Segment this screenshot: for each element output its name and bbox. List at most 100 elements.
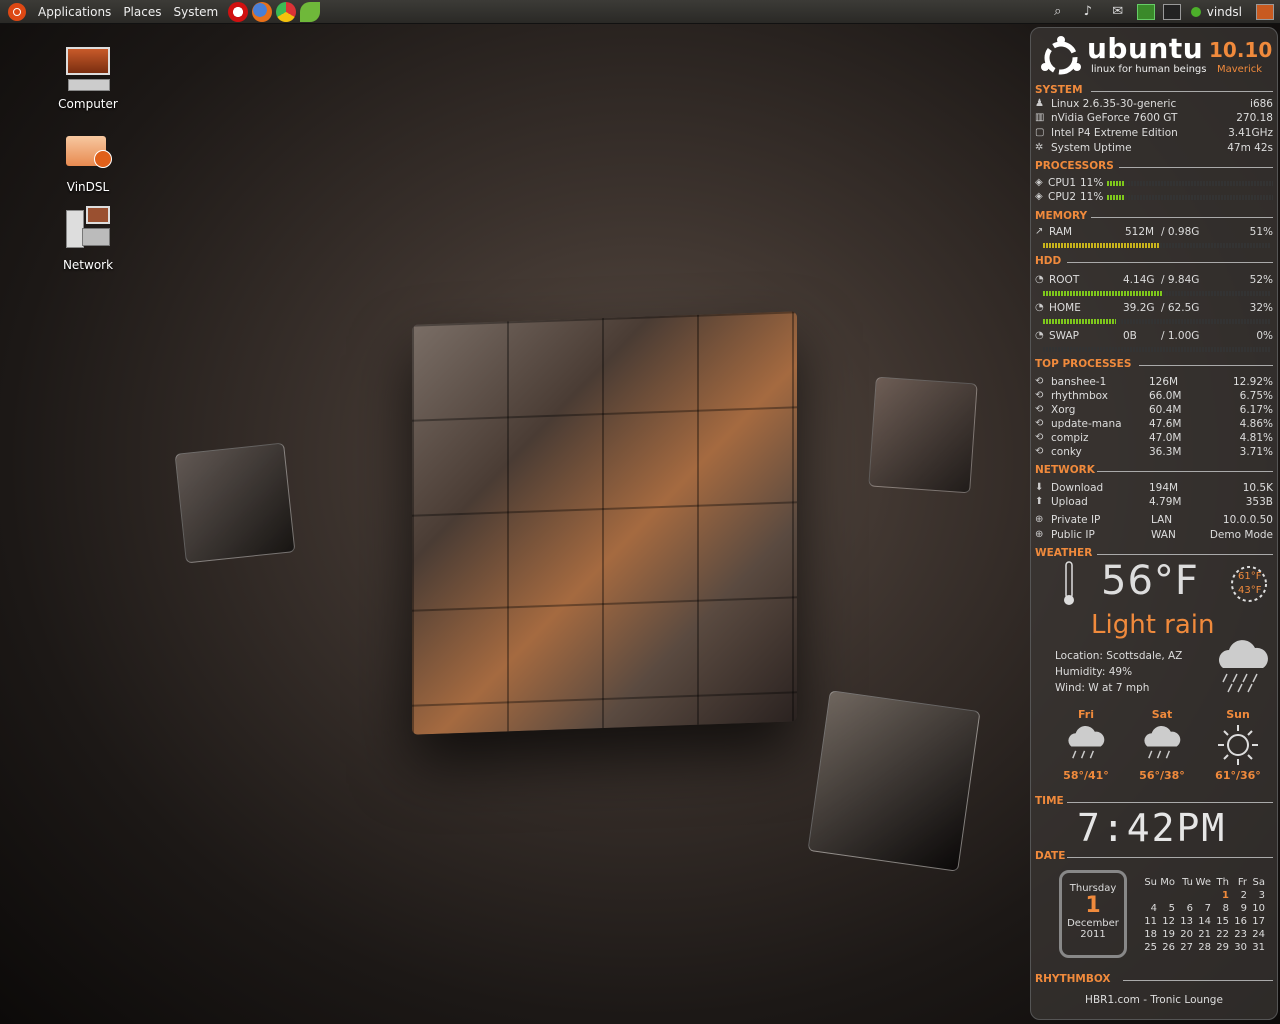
disk-used: 0B [1123, 330, 1137, 342]
system-value: i686 [1250, 98, 1273, 110]
bar-fill [1043, 243, 1160, 248]
process-name: banshee-1 [1051, 376, 1107, 388]
system-value: 47m 42s [1227, 142, 1273, 154]
cpu-chip-icon: ▢ [1035, 127, 1045, 138]
process-memory: 126M [1149, 376, 1179, 388]
processors-heading: PROCESSORS [1035, 160, 1114, 172]
ram-label: RAM [1049, 226, 1073, 238]
leaf-launcher-icon[interactable] [300, 1, 321, 22]
network-label: Download [1051, 482, 1104, 494]
applications-menu[interactable]: Applications [32, 5, 117, 19]
calendar-day: 4 [1150, 903, 1157, 914]
process-icon: ⟲ [1035, 446, 1044, 457]
sun-icon [1218, 725, 1258, 765]
system-tray: ⌕ ♪ ✉ vindsl [1043, 0, 1280, 24]
date-year: 2011 [1080, 929, 1106, 940]
disk-percent: 52% [1249, 274, 1273, 286]
calendar-weekday-header: Mo [1160, 877, 1175, 888]
system-row: ▥ nVidia GeForce 7600 GT 270.18 [1035, 111, 1273, 125]
process-cpu: 6.75% [1239, 390, 1273, 402]
disk-row: ◔ SWAP 0B / 1.00G 0% [1035, 329, 1273, 343]
places-menu[interactable]: Places [117, 5, 167, 19]
calendar-weekday-header: Th [1216, 877, 1229, 888]
sun-outline-icon [1231, 566, 1267, 602]
calendar-day: 28 [1198, 942, 1211, 953]
process-icon: ⟲ [1035, 432, 1044, 443]
bar-fill [1107, 195, 1126, 200]
date-month: December [1067, 918, 1119, 929]
network-row: ⬆ Upload 4.79M 353B [1035, 495, 1273, 509]
network-total: 194M [1149, 482, 1179, 494]
process-cpu: 3.71% [1239, 446, 1273, 458]
process-name: Xorg [1051, 404, 1076, 416]
desktop-icon-home[interactable]: VinDSL [38, 128, 138, 194]
ubuntu-logo-icon[interactable] [8, 2, 26, 21]
disk-icon: ◔ [1035, 302, 1044, 313]
process-name: update-mana [1051, 418, 1122, 430]
process-cpu: 6.17% [1239, 404, 1273, 416]
ram-total: / 0.98G [1161, 226, 1200, 238]
ram-used: 512M [1125, 226, 1155, 238]
calendar-day: 20 [1180, 929, 1193, 940]
download-icon: ⬇ [1035, 482, 1044, 493]
divider [1119, 167, 1273, 168]
network-label: Public IP [1051, 529, 1095, 541]
ram-bar [1043, 243, 1271, 248]
process-row: ⟲ rhythmbox 66.0M 6.75% [1035, 389, 1273, 403]
current-temperature: 56°F [1101, 558, 1199, 604]
private-ip-icon: ⊕ [1035, 514, 1044, 525]
system-label: Intel P4 Extreme Edition [1051, 127, 1178, 139]
network-rate: 353B [1245, 496, 1273, 508]
disk-label: ROOT [1049, 274, 1080, 286]
disk-used: 39.2G [1123, 302, 1155, 314]
system-label: System Uptime [1051, 142, 1132, 154]
ubuntu-circle-icon [1041, 36, 1081, 75]
disk-total: / 1.00G [1161, 330, 1200, 342]
calendar-day: 24 [1252, 929, 1265, 940]
process-row: ⟲ compiz 47.0M 4.81% [1035, 431, 1273, 445]
ubuntu-brand-logo: ubuntu 10.10 linux for human beings Mave… [1039, 32, 1275, 82]
opera-launcher-icon[interactable] [228, 1, 249, 22]
process-name: compiz [1051, 432, 1089, 444]
user-status[interactable]: vindsl [1190, 5, 1242, 19]
system-row: ♟ Linux 2.6.35-30-generic i686 [1035, 97, 1273, 111]
volume-icon[interactable]: ♪ [1079, 4, 1097, 20]
system-row: ✲ System Uptime 47m 42s [1035, 141, 1273, 155]
desktop-icon-label: Computer [58, 97, 118, 111]
search-icon[interactable]: ⌕ [1049, 4, 1067, 20]
terminal-icon[interactable] [1162, 4, 1181, 20]
calendar-day: 30 [1234, 942, 1247, 953]
cpu2-bar [1107, 195, 1273, 200]
process-row: ⟲ conky 36.3M 3.71% [1035, 445, 1273, 459]
conky-panel: ubuntu 10.10 linux for human beings Mave… [1030, 27, 1278, 1020]
divider [1091, 91, 1273, 92]
disk-used: 4.14G [1123, 274, 1155, 286]
shutdown-icon[interactable] [1256, 4, 1274, 20]
low-temperature: 43°F [1238, 585, 1262, 596]
rain-cloud-icon [1068, 725, 1105, 759]
time-heading: TIME [1035, 795, 1064, 807]
system-menu[interactable]: System [167, 5, 224, 19]
mail-icon[interactable]: ✉ [1109, 4, 1127, 20]
upload-icon: ⬆ [1035, 496, 1044, 507]
calendar-day: 26 [1162, 942, 1175, 953]
desktop-icon-label: VinDSL [66, 180, 110, 194]
desktop-icon-computer[interactable]: Computer [38, 45, 138, 111]
clock-time: 7:42PM [1077, 806, 1227, 850]
calendar-day: 2 [1240, 890, 1247, 901]
system-row: ▢ Intel P4 Extreme Edition 3.41GHz [1035, 126, 1273, 140]
root-bar [1043, 291, 1271, 296]
logo-codename: Maverick [1217, 64, 1263, 75]
writer-icon[interactable] [1136, 4, 1155, 20]
chrome-launcher-icon[interactable] [276, 1, 297, 22]
network-total: 4.79M [1149, 496, 1182, 508]
calendar-day: 27 [1180, 942, 1193, 953]
firefox-launcher-icon[interactable] [252, 1, 273, 22]
forecast-day-label: Sat [1151, 708, 1173, 721]
divider [1067, 262, 1273, 263]
desktop-icon-network[interactable]: Network [38, 206, 138, 272]
cpu-percent: 11% [1080, 177, 1104, 189]
wallpaper-glass-cube-right [868, 376, 978, 494]
ram-icon: ↗ [1035, 226, 1044, 237]
calendar-weekday-header: Sa [1252, 877, 1265, 888]
